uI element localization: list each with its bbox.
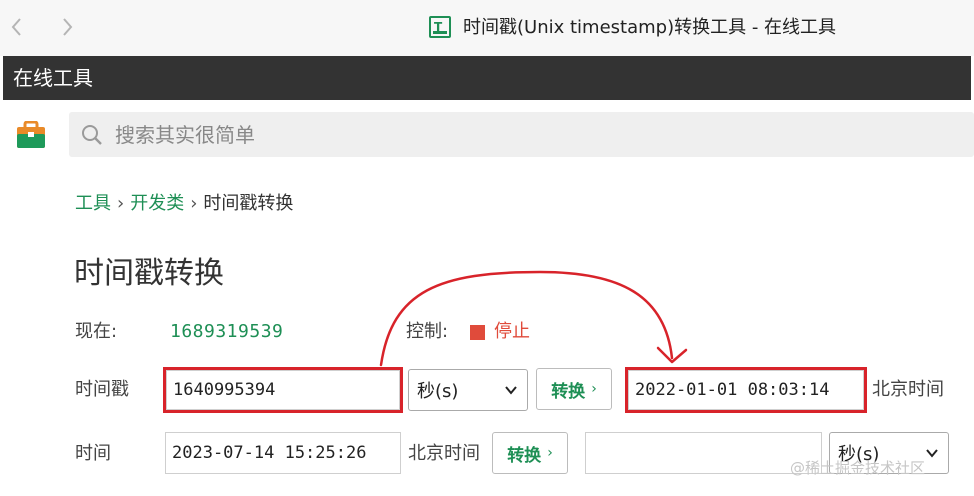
breadcrumb: 工具 › 开发类 › 时间戳转换 <box>75 192 293 216</box>
current-timestamp: 1689319539 <box>170 321 284 342</box>
timestamp-unit-value: 秒(s) <box>417 381 459 402</box>
chevron-down-icon <box>503 382 519 398</box>
chevron-down-icon <box>924 445 940 461</box>
browser-titlebar: T 时间戳(Unix timestamp)转换工具 - 在线工具 <box>0 0 974 56</box>
timestamp-convert-button[interactable]: 转换 › <box>536 368 612 410</box>
search-icon <box>81 124 103 146</box>
chevron-right-icon: › <box>547 445 553 461</box>
breadcrumb-separator: › <box>117 193 125 214</box>
control-label: 控制: <box>406 321 449 342</box>
time-zone-label: 北京时间 <box>408 443 480 464</box>
breadcrumb-link-tools[interactable]: 工具 <box>75 193 111 214</box>
timestamp-label: 时间戳 <box>75 379 129 400</box>
time-result-field[interactable] <box>585 432 822 474</box>
breadcrumb-link-dev[interactable]: 开发类 <box>130 193 184 214</box>
tool-logo-icon: T <box>429 16 451 38</box>
site-name-link[interactable]: 在线工具 <box>13 65 93 91</box>
search-input[interactable]: 搜索其实很简单 <box>69 112 974 157</box>
page-title: 时间戳转换 <box>74 256 224 291</box>
site-header: 在线工具 <box>3 56 971 100</box>
breadcrumb-separator: › <box>190 193 198 214</box>
search-placeholder: 搜索其实很简单 <box>115 123 255 147</box>
time-convert-button[interactable]: 转换 › <box>492 432 568 474</box>
timestamp-result-zone: 北京时间 <box>872 379 944 400</box>
timestamp-unit-select[interactable]: 秒(s) <box>408 369 528 411</box>
window-title: 时间戳(Unix timestamp)转换工具 - 在线工具 <box>463 17 837 38</box>
timestamp-input[interactable]: 1640995394 <box>166 370 400 410</box>
time-label: 时间 <box>75 443 111 464</box>
toolbox-icon[interactable] <box>16 120 46 149</box>
stop-button[interactable]: 停止 <box>494 320 530 344</box>
stop-icon[interactable] <box>470 325 485 340</box>
timestamp-result-field[interactable]: 2022-01-01 08:03:14 <box>628 370 864 410</box>
convert-label: 转换 <box>507 445 542 466</box>
chevron-right-icon: › <box>591 381 597 397</box>
now-label: 现在: <box>75 321 118 342</box>
time-input[interactable]: 2023-07-14 15:25:26 <box>165 432 401 474</box>
breadcrumb-current: 时间戳转换 <box>203 193 294 214</box>
watermark: @稀土掘金技术社区 <box>790 459 926 477</box>
forward-icon[interactable] <box>56 14 78 40</box>
convert-label: 转换 <box>551 381 586 402</box>
back-icon[interactable] <box>6 14 28 40</box>
